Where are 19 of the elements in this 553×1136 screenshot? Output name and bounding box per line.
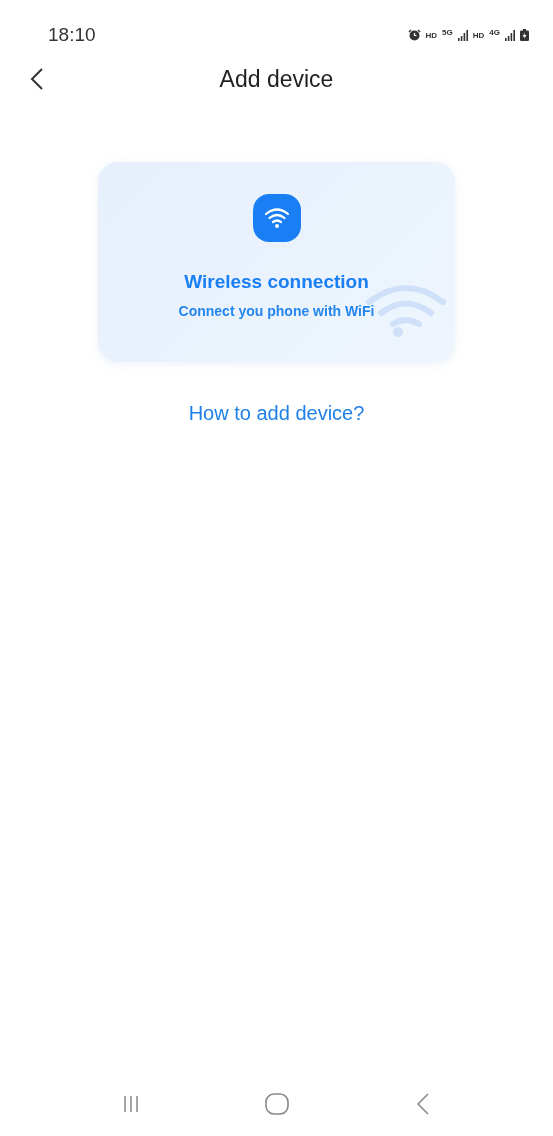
home-icon[interactable] (264, 1093, 289, 1115)
back-icon[interactable] (415, 1092, 430, 1116)
alarm-icon (407, 29, 421, 41)
page-title: Add device (219, 65, 334, 93)
recent-apps-icon[interactable] (123, 1095, 138, 1113)
card-title: Wireless connection (184, 271, 369, 293)
back-button[interactable] (30, 67, 44, 91)
signal-icon (457, 29, 468, 41)
wireless-connection-card[interactable]: Wireless connection Connect you phone with WiFi (98, 162, 455, 362)
hd-label: HD (472, 30, 485, 40)
hd-label: HD (425, 30, 438, 40)
wifi-icon (252, 194, 301, 242)
network-type-label: 4G (489, 27, 500, 37)
card-subtitle: Connect you phone with WiFi (178, 303, 375, 319)
signal-icon (505, 29, 515, 41)
help-link[interactable]: How to add device? (188, 402, 365, 425)
status-time: 18:10 (48, 24, 96, 46)
battery-icon (520, 29, 529, 41)
network-type-label: 5G (442, 27, 453, 37)
